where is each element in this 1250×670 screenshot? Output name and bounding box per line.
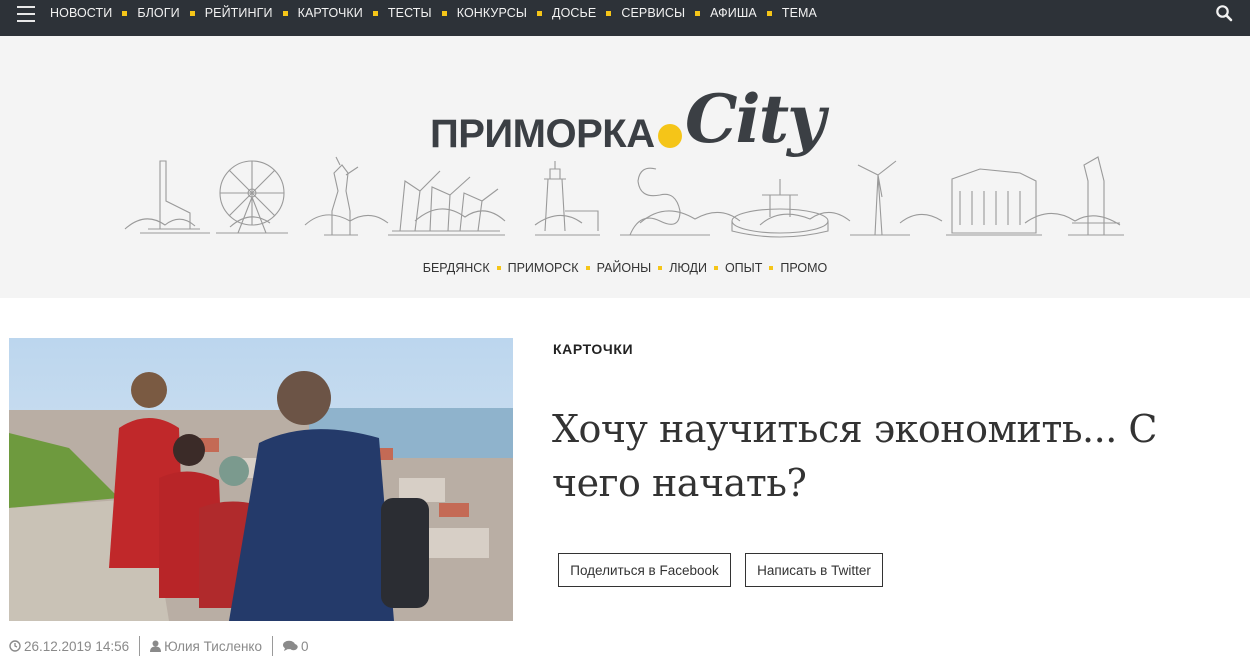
site-header: ПРИМОРКА City БЕРДЯНСК ПРИМОРСК РАЙОНЫ Л… <box>0 36 1250 298</box>
nav-separator <box>537 10 543 16</box>
nav-separator <box>122 10 128 16</box>
section-separator <box>585 266 590 270</box>
section-promo[interactable]: ПРОМО <box>780 261 827 275</box>
city-skyline-illustration <box>124 156 1124 238</box>
section-berdyansk[interactable]: БЕРДЯНСК <box>423 261 490 275</box>
article-author[interactable]: Юлия Тисленко <box>150 639 262 654</box>
article-date: 26.12.2019 14:56 <box>9 639 129 654</box>
section-primorsk[interactable]: ПРИМОРСК <box>508 261 579 275</box>
section-menu: БЕРДЯНСК ПРИМОРСК РАЙОНЫ ЛЮДИ ОПЫТ ПРОМО <box>0 261 1250 275</box>
nav-separator <box>766 10 772 16</box>
nav-separator <box>441 10 447 16</box>
section-separator <box>713 266 718 270</box>
nav-item-news[interactable]: НОВОСТИ <box>50 6 112 20</box>
nav-item-events[interactable]: АФИША <box>710 6 757 20</box>
section-people[interactable]: ЛЮДИ <box>669 261 707 275</box>
hamburger-icon[interactable] <box>17 6 35 22</box>
nav-separator <box>282 10 288 16</box>
article-comments[interactable]: 0 <box>282 638 309 654</box>
top-navigation-bar: НОВОСТИ БЛОГИ РЕЙТИНГИ КАРТОЧКИ ТЕСТЫ КО… <box>0 0 1250 36</box>
share-facebook-button[interactable]: Поделиться в Facebook <box>558 553 731 587</box>
section-separator <box>658 266 663 270</box>
nav-item-ratings[interactable]: РЕЙТИНГИ <box>205 6 273 20</box>
comments-count: 0 <box>300 638 309 654</box>
nav-item-dossier[interactable]: ДОСЬЕ <box>552 6 596 20</box>
author-name: Юлия Тисленко <box>164 638 262 654</box>
article-meta: 26.12.2019 14:56 Юлия Тисленко 0 <box>9 636 309 656</box>
section-separator <box>769 266 774 270</box>
logo-script: City <box>685 80 825 158</box>
nav-separator <box>372 10 378 16</box>
logo-dot <box>658 124 682 148</box>
nav-item-tests[interactable]: ТЕСТЫ <box>388 6 432 20</box>
section-experience[interactable]: ОПЫТ <box>725 261 762 275</box>
user-icon <box>150 640 162 652</box>
article-category[interactable]: КАРТОЧКИ <box>553 341 633 357</box>
meta-divider <box>271 636 273 656</box>
nav-separator <box>189 10 195 16</box>
clock-icon <box>9 640 21 652</box>
nav-separator <box>606 10 612 16</box>
search-icon[interactable] <box>1215 4 1233 22</box>
date-text: 26.12.2019 14:56 <box>24 638 130 654</box>
section-districts[interactable]: РАЙОНЫ <box>597 261 652 275</box>
article-photo[interactable] <box>9 338 513 621</box>
share-twitter-button[interactable]: Написать в Twitter <box>745 553 883 587</box>
main-menu: НОВОСТИ БЛОГИ РЕЙТИНГИ КАРТОЧКИ ТЕСТЫ КО… <box>50 0 817 26</box>
nav-item-blogs[interactable]: БЛОГИ <box>137 6 179 20</box>
nav-item-topic[interactable]: ТЕМА <box>782 6 817 20</box>
article-title[interactable]: Хочу научиться экономить... С чего начат… <box>552 402 1242 510</box>
meta-divider <box>139 636 141 656</box>
nav-item-contests[interactable]: КОНКУРСЫ <box>457 6 527 20</box>
nav-separator <box>695 10 701 16</box>
nav-item-services[interactable]: СЕРВИСЫ <box>621 6 685 20</box>
section-separator <box>496 266 501 270</box>
nav-item-cards[interactable]: КАРТОЧКИ <box>298 6 363 20</box>
comments-icon <box>282 640 298 651</box>
